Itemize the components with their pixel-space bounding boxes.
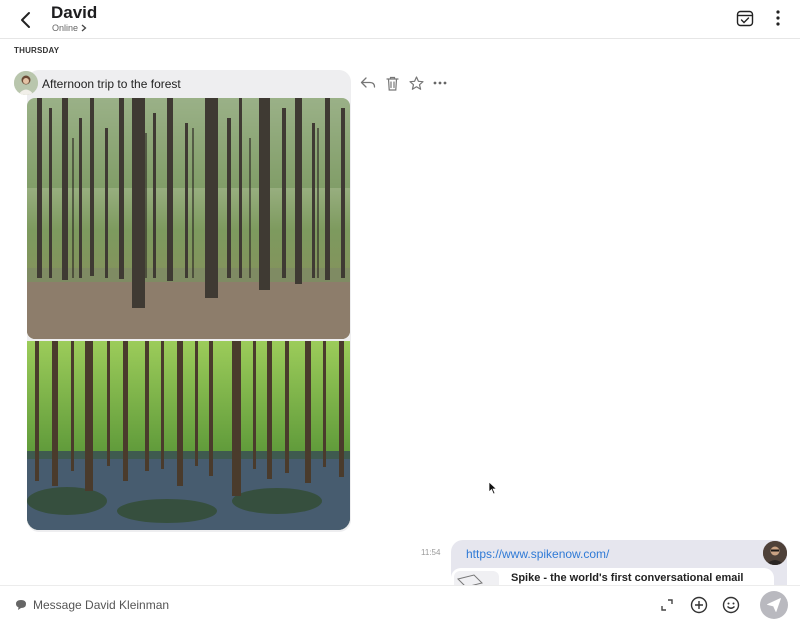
message-composer: [0, 585, 800, 623]
trash-icon: [385, 76, 399, 91]
emoji-button[interactable]: [722, 596, 740, 614]
more-vertical-icon: [776, 10, 780, 26]
send-icon: [767, 598, 781, 612]
add-attachment-button[interactable]: [690, 596, 708, 614]
emoji-icon: [722, 596, 740, 614]
contact-name[interactable]: David: [51, 3, 97, 23]
message-link[interactable]: https://www.spikenow.com/: [466, 547, 609, 561]
outgoing-message-bubble[interactable]: https://www.spikenow.com/ Spike - the wo…: [451, 540, 787, 590]
sender-avatar[interactable]: [14, 71, 38, 95]
avatar-photo: [763, 541, 787, 565]
more-options-button[interactable]: [768, 8, 788, 28]
chat-window: David Online THURSDAY Afternoon trip to …: [0, 0, 800, 623]
send-button[interactable]: [760, 591, 788, 619]
forest-image: [27, 98, 350, 339]
mouse-cursor-icon: [488, 481, 498, 495]
delete-button[interactable]: [384, 75, 400, 91]
reply-button[interactable]: [360, 75, 376, 91]
expand-button[interactable]: [658, 596, 676, 614]
chat-header: David Online: [0, 0, 800, 39]
status-label: Online: [52, 23, 79, 33]
message-text: Afternoon trip to the forest: [42, 77, 181, 91]
expand-icon: [661, 599, 673, 611]
reply-icon: [360, 77, 376, 88]
link-preview-title: Spike - the world's first conversational…: [511, 572, 744, 584]
calendar-button[interactable]: [735, 8, 755, 28]
more-actions-button[interactable]: [432, 75, 448, 91]
message-timestamp: 11:54: [421, 548, 441, 557]
chevron-left-icon: [21, 12, 30, 28]
calendar-check-icon: [736, 10, 754, 27]
chevron-right-icon: [81, 24, 87, 32]
contact-status[interactable]: Online: [52, 23, 87, 33]
day-separator: THURSDAY: [14, 46, 60, 55]
bluebell-forest-photo[interactable]: [27, 341, 350, 530]
more-horizontal-icon: [433, 81, 447, 85]
back-button[interactable]: [14, 8, 38, 32]
chat-bubble-icon: [16, 600, 26, 610]
bluebell-forest-image: [27, 341, 350, 530]
star-icon: [408, 75, 424, 90]
star-button[interactable]: [408, 75, 424, 91]
avatar-photo: [14, 71, 38, 95]
add-icon: [690, 596, 708, 614]
forest-photo[interactable]: [27, 98, 350, 339]
my-avatar[interactable]: [763, 541, 787, 565]
message-actions: [360, 75, 448, 91]
message-input[interactable]: [33, 595, 633, 615]
